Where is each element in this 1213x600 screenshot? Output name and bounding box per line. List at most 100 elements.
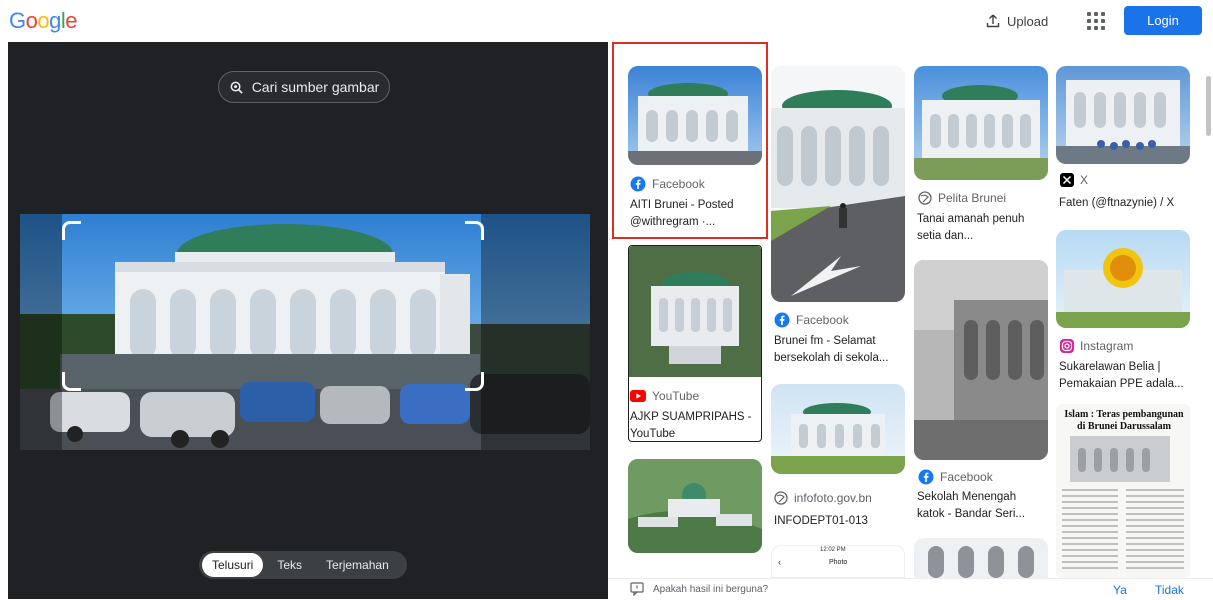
result-title: Faten (@ftnazynie) / X xyxy=(1059,195,1195,212)
lens-search-icon xyxy=(230,81,243,94)
result-source-label: YouTube xyxy=(652,389,700,403)
x-icon xyxy=(1060,173,1074,187)
result-title-line: Brunei fm - Selamat xyxy=(774,335,876,347)
result-thumbnail xyxy=(914,538,1048,578)
result-source: Facebook xyxy=(918,469,993,485)
result-title-line: Pemakaian PPE adala... xyxy=(1059,378,1184,390)
result-card[interactable] xyxy=(771,384,905,474)
result-title-line: @withregram ·... xyxy=(630,216,716,228)
result-thumbnail xyxy=(771,384,905,474)
find-image-source-button[interactable]: Cari sumber gambar xyxy=(218,71,390,103)
result-title-line: bersekolah di sekola... xyxy=(774,352,889,364)
result-source-label: Facebook xyxy=(796,313,849,327)
phone-screenshot-thumbnail: 12:02 PM Photo ‹ xyxy=(771,545,905,578)
result-source: X xyxy=(1060,173,1088,187)
result-title: Sukarelawan Belia | Pemakaian PPE adala.… xyxy=(1059,359,1195,393)
result-title: INFODEPT01-013 xyxy=(774,513,908,530)
result-source: Pelita Brunei xyxy=(918,191,1006,205)
result-card[interactable] xyxy=(914,66,1048,184)
login-button[interactable]: Login xyxy=(1124,6,1202,35)
find-image-source-label: Cari sumber gambar xyxy=(251,79,380,95)
result-title: AITI Brunei - Posted @withregram ·... xyxy=(630,197,762,231)
feedback-icon xyxy=(630,582,644,596)
result-thumbnail xyxy=(1056,230,1190,328)
query-image-panel: Cari sumber gambar Telusuri Teks Terjema… xyxy=(8,42,608,599)
upload-icon xyxy=(986,14,1000,28)
facebook-icon xyxy=(630,176,646,192)
result-card[interactable]: 12:02 PM Photo ‹ xyxy=(771,545,905,578)
apps-grid-icon[interactable] xyxy=(1085,10,1107,32)
search-mode-toggle: Telusuri Teks Terjemahan xyxy=(199,551,407,579)
result-source-label: Pelita Brunei xyxy=(938,191,1007,205)
mode-telusuri[interactable]: Telusuri xyxy=(202,553,264,577)
result-source: infofoto.gov.bn xyxy=(774,491,872,505)
newspaper-thumbnail: Islam : Teras pembangunan di Brunei Daru… xyxy=(1056,404,1190,578)
result-card[interactable] xyxy=(914,538,1048,578)
logo-letter: g xyxy=(49,8,61,33)
result-title-line: YouTube xyxy=(630,428,676,440)
logo-letter: G xyxy=(9,8,26,33)
google-logo[interactable]: Google xyxy=(9,8,78,34)
phone-status-time: 12:02 PM xyxy=(820,547,846,553)
result-thumbnail xyxy=(1056,66,1190,164)
result-source: YouTube xyxy=(630,389,699,403)
facebook-icon xyxy=(774,312,790,328)
result-title: Sekolah Menengah katok - Bandar Seri... xyxy=(917,489,1051,523)
result-title-line: setia dan... xyxy=(917,230,974,242)
result-card[interactable]: Facebook AITI Brunei - Posted @withregra… xyxy=(628,66,762,236)
result-card[interactable] xyxy=(1056,66,1190,166)
result-thumbnail xyxy=(914,260,1048,460)
mode-teks[interactable]: Teks xyxy=(267,553,312,577)
upload-label: Upload xyxy=(1007,13,1049,29)
result-card[interactable] xyxy=(1056,230,1190,328)
youtube-icon xyxy=(630,390,646,402)
result-source-label: Instagram xyxy=(1080,339,1134,353)
result-thumbnail xyxy=(629,246,761,377)
chevron-left-icon: ‹ xyxy=(778,557,781,567)
result-title-line: Tanai amanah penuh xyxy=(917,213,1025,225)
result-card[interactable] xyxy=(914,260,1048,460)
result-title-line: AJKP SUAMPRIPAHS - xyxy=(630,411,752,423)
facebook-icon xyxy=(918,469,934,485)
feedback-question: Apakah hasil ini berguna? xyxy=(653,584,769,595)
globe-icon xyxy=(918,191,932,205)
result-source: Facebook xyxy=(630,176,705,192)
result-title-line: Sekolah Menengah xyxy=(917,491,1017,503)
result-source: Instagram xyxy=(1060,339,1133,353)
instagram-icon xyxy=(1060,339,1074,353)
feedback-yes-button[interactable]: Ya xyxy=(1113,583,1127,597)
result-title-line: AITI Brunei - Posted xyxy=(630,199,734,211)
mode-terjemahan[interactable]: Terjemahan xyxy=(316,553,399,577)
result-card[interactable] xyxy=(771,66,905,302)
result-thumbnail xyxy=(771,66,905,302)
result-thumbnail xyxy=(628,459,762,553)
result-title-line: Sukarelawan Belia | xyxy=(1059,361,1161,373)
result-card[interactable] xyxy=(628,459,762,553)
result-source: Facebook xyxy=(774,312,849,328)
top-bar: Google Upload Login xyxy=(0,0,1213,42)
logo-letter: e xyxy=(65,8,78,33)
globe-icon xyxy=(774,491,788,505)
results-scrollbar[interactable] xyxy=(1206,76,1211,136)
results-panel: Facebook AITI Brunei - Posted @withregra… xyxy=(608,42,1213,600)
result-source-label: X xyxy=(1080,173,1089,187)
query-photo[interactable] xyxy=(20,214,590,450)
phone-title: Photo xyxy=(829,559,848,566)
result-card[interactable]: Islam : Teras pembangunan di Brunei Daru… xyxy=(1056,404,1190,578)
logo-letter: o xyxy=(37,8,50,33)
result-source-label: Facebook xyxy=(652,177,705,191)
logo-letter: o xyxy=(25,8,38,33)
feedback-no-button[interactable]: Tidak xyxy=(1155,583,1184,597)
result-title: Brunei fm - Selamat bersekolah di sekola… xyxy=(774,333,908,367)
result-card[interactable]: YouTube AJKP SUAMPRIPAHS - YouTube xyxy=(628,245,762,442)
result-title: Tanai amanah penuh setia dan... xyxy=(917,211,1051,245)
result-thumbnail xyxy=(628,66,762,165)
result-title-line: INFODEPT01-013 xyxy=(774,515,868,527)
result-thumbnail xyxy=(914,66,1048,180)
result-source-label: Facebook xyxy=(940,470,993,484)
upload-button[interactable]: Upload xyxy=(985,11,1048,31)
result-source-label: infofoto.gov.bn xyxy=(794,491,872,505)
result-title-line: katok - Bandar Seri... xyxy=(917,508,1026,520)
result-title-line: Faten (@ftnazynie) / X xyxy=(1059,197,1175,209)
result-title: AJKP SUAMPRIPAHS - YouTube xyxy=(630,409,762,443)
